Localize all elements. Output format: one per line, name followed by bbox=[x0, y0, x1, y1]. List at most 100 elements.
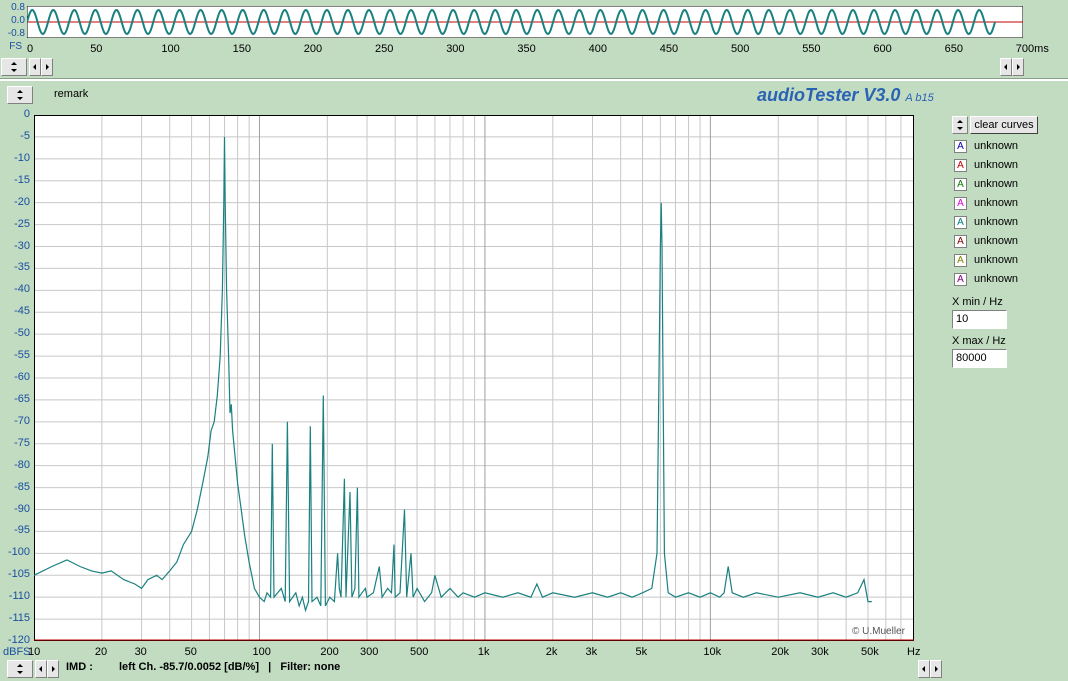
app-title: audioTester V3.0 A b15 bbox=[757, 85, 934, 106]
y-tick-label: -110 bbox=[8, 590, 30, 603]
time-tick-label: 600 bbox=[873, 43, 892, 55]
y-tick-label: -20 bbox=[14, 195, 30, 208]
y-tick-label: -60 bbox=[14, 371, 30, 383]
mode-label: IMD : bbox=[66, 661, 93, 673]
curve-color-box[interactable]: A bbox=[954, 273, 967, 286]
wave-y-mid: 0.0 bbox=[11, 15, 25, 26]
freq-scroll-end-left[interactable] bbox=[918, 660, 930, 678]
y-tick-label: -95 bbox=[14, 524, 30, 537]
x-tick-label: 20k bbox=[771, 646, 789, 658]
x-tick-label: 5k bbox=[635, 646, 648, 658]
y-tick-label: -25 bbox=[14, 217, 30, 230]
strip-divider bbox=[0, 78, 1068, 81]
time-scroll-end-right[interactable] bbox=[1012, 58, 1024, 76]
y-tick-label: -55 bbox=[14, 349, 30, 362]
y-tick-label: -35 bbox=[14, 261, 30, 274]
app-title-text: audioTester V3.0 bbox=[757, 85, 901, 105]
spectrum-plot bbox=[34, 115, 914, 641]
y-tick-label: -85 bbox=[14, 480, 30, 493]
y-tick-label: -115 bbox=[8, 612, 30, 625]
y-unit-label: dBFS bbox=[3, 646, 31, 658]
time-tick-label: 350 bbox=[517, 43, 536, 55]
curve-label: unknown bbox=[974, 235, 1019, 247]
xmin-label: X min / Hz bbox=[952, 296, 1003, 308]
y-tick-label: -5 bbox=[20, 129, 30, 142]
time-tick-label: 450 bbox=[659, 43, 679, 55]
x-first-label: 10 bbox=[28, 646, 41, 658]
curve-color-box[interactable]: A bbox=[954, 254, 967, 267]
time-tick-label: 50 bbox=[90, 43, 103, 55]
x-tick-label: 30k bbox=[810, 646, 829, 658]
x-tick-label: 200 bbox=[320, 646, 339, 658]
curve-label: unknown bbox=[974, 140, 1019, 152]
xmin-input[interactable]: 10 bbox=[952, 310, 1007, 329]
x-tick-label: 1k bbox=[477, 646, 490, 658]
curve-color-box[interactable]: A bbox=[954, 159, 967, 172]
watermark: © U.Mueller bbox=[852, 626, 905, 637]
time-tick-label: 400 bbox=[588, 43, 607, 55]
waveform-strip: 0.8 0.0 -0.8 FS 0 50 100 150 200 250 300 350 400… bbox=[0, 0, 1068, 81]
curve-color-box[interactable]: A bbox=[954, 140, 967, 153]
xmax-input[interactable]: 80000 bbox=[952, 349, 1007, 368]
x-tick-label: 50k bbox=[860, 646, 879, 658]
curve-label: unknown bbox=[974, 178, 1019, 190]
time-tick-label: 300 bbox=[446, 43, 465, 55]
curve-color-box[interactable]: A bbox=[954, 235, 967, 248]
time-tick-label: 200 bbox=[303, 43, 323, 55]
x-tick-label: 3k bbox=[585, 646, 598, 658]
xmax-label: X max / Hz bbox=[952, 335, 1006, 347]
y-tick-label: -90 bbox=[14, 502, 30, 515]
y-tick-label: -70 bbox=[14, 414, 30, 427]
freq-scroll-right[interactable] bbox=[47, 660, 59, 678]
freq-zoom-spinner[interactable] bbox=[7, 660, 33, 678]
time-scroll-left[interactable] bbox=[29, 58, 41, 76]
y-tick-label: -10 bbox=[14, 151, 30, 164]
curve-color-box[interactable]: A bbox=[954, 216, 967, 229]
x-tick-label: 300 bbox=[360, 646, 379, 658]
curve-color-box[interactable]: A bbox=[954, 178, 967, 191]
curve-label: unknown bbox=[974, 254, 1019, 266]
y-tick-label: -75 bbox=[14, 436, 30, 449]
time-tick-label: 550 bbox=[802, 43, 821, 55]
x-tick-label: 2k bbox=[545, 646, 558, 658]
remark-spinner[interactable] bbox=[7, 86, 33, 104]
curve-color-box[interactable]: A bbox=[954, 197, 967, 210]
time-tick-label: 250 bbox=[375, 43, 394, 55]
time-tick-label: 100 bbox=[161, 43, 180, 55]
curve-label: unknown bbox=[974, 159, 1019, 171]
x-tick-label: 10k bbox=[703, 646, 722, 658]
curve-label: unknown bbox=[974, 273, 1019, 285]
y-tick-label: -80 bbox=[14, 458, 30, 471]
time-scroll-right[interactable] bbox=[41, 58, 53, 76]
x-tick-label: 20 bbox=[94, 646, 108, 658]
x-tick-label: 50 bbox=[184, 646, 197, 658]
curve-label: unknown bbox=[974, 216, 1019, 228]
y-tick-label: 0 bbox=[23, 108, 30, 120]
y-tick-label: -50 bbox=[14, 327, 30, 340]
x-unit-label: Hz bbox=[907, 646, 921, 658]
x-tick-label: 100 bbox=[252, 646, 271, 658]
result-readout: left Ch. -85.7/0.0052 [dB/%] | Filter: n… bbox=[119, 661, 341, 673]
app-version: A b15 bbox=[905, 92, 934, 104]
curve-label: unknown bbox=[974, 197, 1019, 209]
wave-y-bottom: -0.8 bbox=[7, 28, 25, 39]
y-tick-label: -30 bbox=[14, 239, 30, 252]
wave-y-top: 0.8 bbox=[11, 2, 25, 13]
fs-label: FS bbox=[9, 41, 22, 52]
time-zoom-spinner[interactable] bbox=[1, 58, 27, 76]
time-tick-label: 650 bbox=[944, 43, 963, 55]
y-tick-label: -120 bbox=[7, 634, 30, 646]
curves-spinner[interactable] bbox=[952, 116, 968, 134]
waveform-plot bbox=[27, 6, 1023, 38]
remark-label: remark bbox=[54, 88, 89, 100]
time-scroll-end-left[interactable] bbox=[1000, 58, 1012, 76]
y-tick-label: -40 bbox=[14, 283, 30, 296]
time-tick-label: 500 bbox=[731, 43, 750, 55]
y-tick-label: -15 bbox=[14, 173, 30, 186]
clear-curves-button[interactable]: clear curves bbox=[970, 116, 1038, 134]
y-tick-label: -45 bbox=[14, 305, 30, 318]
y-tick-label: -65 bbox=[14, 392, 30, 405]
freq-scroll-end-right[interactable] bbox=[930, 660, 942, 678]
freq-scroll-left[interactable] bbox=[35, 660, 47, 678]
x-tick-label: 500 bbox=[410, 646, 429, 658]
